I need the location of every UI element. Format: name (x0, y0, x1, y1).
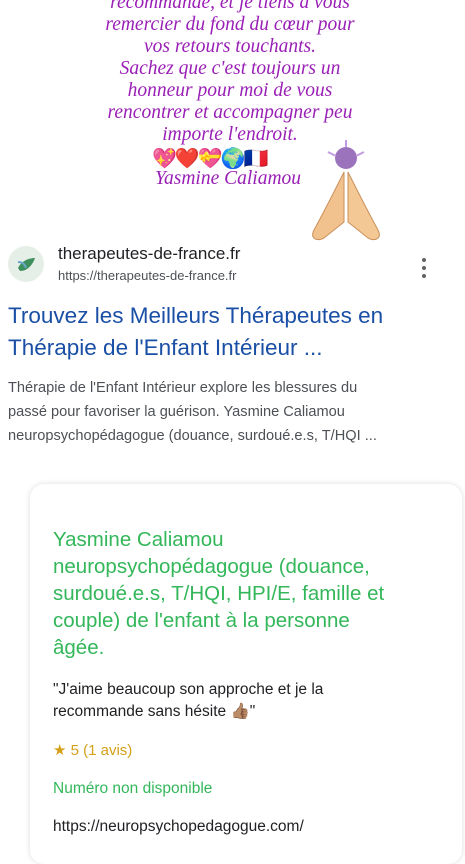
title-line: Trouvez les Meilleurs Thérapeutes en (8, 303, 384, 328)
rating: ★ 5 (1 avis) (53, 742, 133, 759)
snippet-line: neuropsychopédagogue (douance, surdoué.e… (8, 428, 377, 444)
message-line: Sachez que c'est toujours un (119, 58, 341, 79)
praying-hands-icon (312, 140, 380, 241)
leaf-logo-icon (8, 246, 44, 282)
snippet-line: passé pour favoriser la guérison. Yasmin… (8, 404, 345, 420)
message-line: rencontrer et accompagner peu (107, 102, 353, 123)
result-title-link[interactable]: Trouvez les Meilleurs Thérapeutes en Thé… (8, 300, 448, 364)
card-title[interactable]: Yasmine Caliamou neuropsychopédagogue (d… (53, 526, 453, 661)
emoji-row: 💖❤️💝🌍🇫🇷 (152, 146, 269, 170)
site-url: https://therapeutes-de-france.fr (58, 268, 237, 283)
website-link[interactable]: https://neuropsychopedagogue.com/ (53, 818, 304, 836)
title-line: Thérapie de l'Enfant Intérieur ... (8, 335, 323, 360)
thank-you-message: recommandé, et je tiens à vous remercier… (0, 0, 465, 241)
card-title-line: Yasmine Caliamou (53, 528, 224, 551)
message-line: recommandé, et je tiens à vous (110, 0, 350, 13)
card-title-line: neuropsychopédagogue (douance, (53, 555, 370, 578)
review-quote: "J'aime beaucoup son approche et je la r… (53, 679, 443, 723)
site-name: therapeutes-de-france.fr (58, 244, 241, 263)
snippet-line: Thérapie de l'Enfant Intérieur explore l… (8, 380, 358, 396)
message-line: vos retours touchants. (143, 36, 317, 57)
message-line: honneur pour moi de vous (127, 80, 333, 101)
profile-card[interactable]: Yasmine Caliamou neuropsychopédagogue (d… (30, 484, 462, 864)
card-title-line: âgée. (53, 636, 105, 659)
quote-line: "J'aime beaucoup son approche et je la (53, 681, 324, 698)
phone-status: Numéro non disponible (53, 780, 213, 797)
signature: Yasmine Caliamou (154, 168, 302, 189)
search-result-header[interactable]: therapeutes-de-france.fr https://therape… (8, 238, 458, 298)
quote-line: recommande sans hésite 👍🏽" (53, 703, 256, 720)
message-text: recommandé, et je tiens à vous remercier… (40, 0, 420, 146)
result-snippet: Thérapie de l'Enfant Intérieur explore l… (8, 376, 458, 448)
more-vertical-icon[interactable] (418, 256, 430, 280)
card-title-line: couple) de l'enfant à la personne (53, 609, 350, 632)
card-title-line: surdoué.e.s, T/HQI, HPI/E, famille et (53, 582, 385, 605)
message-line: remercier du fond du cœur pour (105, 14, 355, 35)
